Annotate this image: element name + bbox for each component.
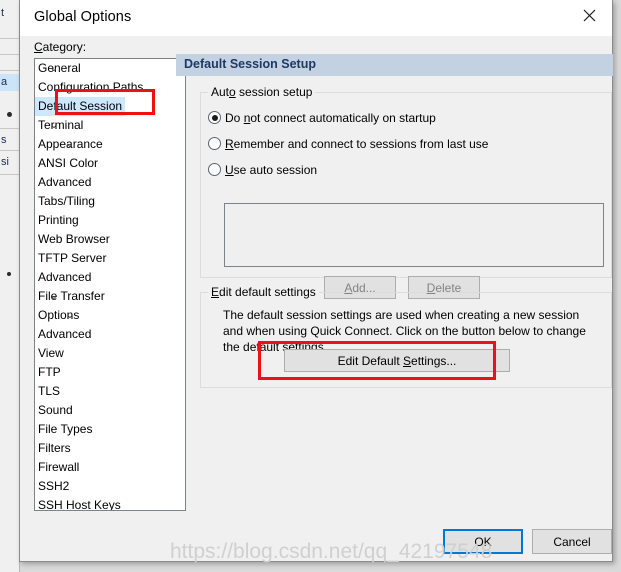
tree-item-label: Advanced bbox=[38, 270, 92, 284]
tree-item-label: Advanced bbox=[38, 327, 92, 341]
category-tree[interactable]: ⌄ General Configuration Paths Default Se… bbox=[34, 58, 186, 511]
ok-button[interactable]: OK bbox=[443, 529, 523, 554]
tree-item-tabs-tiling[interactable]: Tabs/Tiling bbox=[35, 192, 185, 211]
tree-item-label: Printing bbox=[38, 213, 79, 227]
tree-item-label: ANSI Color bbox=[38, 156, 99, 170]
tree-item-tls[interactable]: TLS bbox=[35, 382, 185, 401]
tree-item-label: Tabs/Tiling bbox=[38, 194, 95, 208]
dialog-titlebar: Global Options bbox=[20, 0, 612, 36]
chevron-down-icon[interactable]: ⌄ bbox=[48, 59, 60, 78]
tree-item-label: Default Session bbox=[35, 97, 126, 116]
auto-session-setup-group: Auto session setup Do not connect automa… bbox=[200, 85, 612, 299]
tree-item-terminal-advanced[interactable]: Advanced bbox=[35, 268, 185, 287]
background-window: t a s si bbox=[0, 0, 20, 572]
tree-item-configuration-paths[interactable]: Configuration Paths bbox=[35, 78, 185, 97]
screen: t a s si Global Options Category: ⌄ Gene… bbox=[0, 0, 621, 572]
tree-item-web-browser[interactable]: Web Browser bbox=[35, 230, 185, 249]
background-text-fragment: t bbox=[1, 7, 5, 19]
close-icon bbox=[583, 9, 596, 22]
tree-item-label: FTP bbox=[38, 365, 61, 379]
radio-use-auto-session[interactable]: Use auto session bbox=[208, 161, 317, 179]
close-button[interactable] bbox=[566, 0, 612, 30]
group-title: Auto session setup bbox=[208, 85, 316, 99]
tree-item-filters[interactable]: Filters bbox=[35, 439, 185, 458]
tree-item-label: Advanced bbox=[38, 175, 92, 189]
tree-item-appearance[interactable]: ⌄ Appearance bbox=[35, 135, 185, 154]
background-text-fragment: s bbox=[1, 134, 7, 146]
chevron-down-icon[interactable]: ⌄ bbox=[48, 116, 60, 135]
edit-default-settings-button[interactable]: Edit Default Settings... bbox=[284, 349, 510, 372]
background-divider bbox=[0, 70, 19, 71]
background-text-fragment: a bbox=[0, 74, 19, 91]
tree-item-label: Configuration Paths bbox=[38, 80, 144, 94]
background-text-fragment: si bbox=[1, 156, 9, 168]
background-divider bbox=[0, 150, 19, 151]
cancel-button-label: Cancel bbox=[553, 534, 591, 549]
tree-item-default-session[interactable]: Default Session bbox=[35, 97, 185, 116]
background-divider bbox=[0, 54, 19, 55]
tree-item-label: Firewall bbox=[38, 460, 80, 474]
auto-session-listbox[interactable] bbox=[224, 203, 604, 267]
background-bullet-icon bbox=[7, 272, 11, 276]
background-divider bbox=[0, 174, 19, 175]
tree-item-label: Sound bbox=[38, 403, 73, 417]
tree-item-label: SSH2 bbox=[38, 479, 70, 493]
tree-item-options-advanced[interactable]: Advanced bbox=[35, 325, 185, 344]
group-title: Edit default settings bbox=[208, 285, 319, 299]
global-options-dialog: Global Options Category: ⌄ General Confi bbox=[19, 0, 613, 562]
ok-button-label: OK bbox=[474, 534, 492, 549]
tree-item-label: Filters bbox=[38, 441, 71, 455]
radio-icon bbox=[208, 111, 221, 124]
radio-remember-and-connect[interactable]: Remember and connect to sessions from la… bbox=[208, 135, 488, 153]
edit-default-settings-group: Edit default settings The default sessio… bbox=[200, 285, 612, 388]
tree-item-label: File Transfer bbox=[38, 289, 105, 303]
background-divider bbox=[0, 128, 19, 129]
radio-icon bbox=[208, 137, 221, 150]
category-label: Category: bbox=[34, 40, 87, 54]
tree-item-sound[interactable]: Sound bbox=[35, 401, 185, 420]
cancel-button[interactable]: Cancel bbox=[532, 529, 612, 554]
chevron-down-icon[interactable]: ⌄ bbox=[64, 306, 76, 325]
tree-item-label: View bbox=[38, 346, 64, 360]
tree-item-label: TFTP Server bbox=[38, 251, 107, 265]
tree-item-label: SSH Host Keys bbox=[38, 498, 121, 511]
tree-item-ssh2[interactable]: SSH2 bbox=[35, 477, 185, 496]
tree-item-ssh-host-keys[interactable]: SSH Host Keys bbox=[35, 496, 185, 511]
tree-item-ansi-color[interactable]: ANSI Color bbox=[35, 154, 185, 173]
background-bullet-icon bbox=[7, 112, 12, 117]
tree-item-terminal[interactable]: ⌄ Terminal bbox=[35, 116, 185, 135]
tree-item-file-transfer[interactable]: ⌄ File Transfer bbox=[35, 287, 185, 306]
tree-item-label: Web Browser bbox=[38, 232, 110, 246]
radio-icon bbox=[208, 163, 221, 176]
chevron-down-icon[interactable]: ⌄ bbox=[64, 135, 76, 154]
tree-item-label: File Types bbox=[38, 422, 93, 436]
tree-item-label: TLS bbox=[38, 384, 61, 398]
pane-header: Default Session Setup bbox=[176, 54, 613, 76]
dialog-title: Global Options bbox=[34, 9, 132, 25]
radio-do-not-connect[interactable]: Do not connect automatically on startup bbox=[208, 109, 436, 127]
chevron-down-icon[interactable]: ⌄ bbox=[48, 287, 60, 306]
tree-item-file-types[interactable]: File Types bbox=[35, 420, 185, 439]
tree-item-options[interactable]: ⌄ Options bbox=[35, 306, 185, 325]
tree-item-ftp[interactable]: FTP bbox=[35, 363, 185, 382]
background-divider bbox=[0, 38, 19, 39]
tree-item-general[interactable]: ⌄ General bbox=[35, 59, 185, 78]
pane-title: Default Session Setup bbox=[184, 57, 316, 71]
tree-item-printing[interactable]: Printing bbox=[35, 211, 185, 230]
tree-item-appearance-advanced[interactable]: Advanced bbox=[35, 173, 185, 192]
tree-item-tftp-server[interactable]: TFTP Server bbox=[35, 249, 185, 268]
group-description: The default session settings are used wh… bbox=[223, 308, 586, 354]
tree-item-view[interactable]: View bbox=[35, 344, 185, 363]
tree-item-firewall[interactable]: Firewall bbox=[35, 458, 185, 477]
tree-item-label: Terminal bbox=[38, 118, 84, 132]
